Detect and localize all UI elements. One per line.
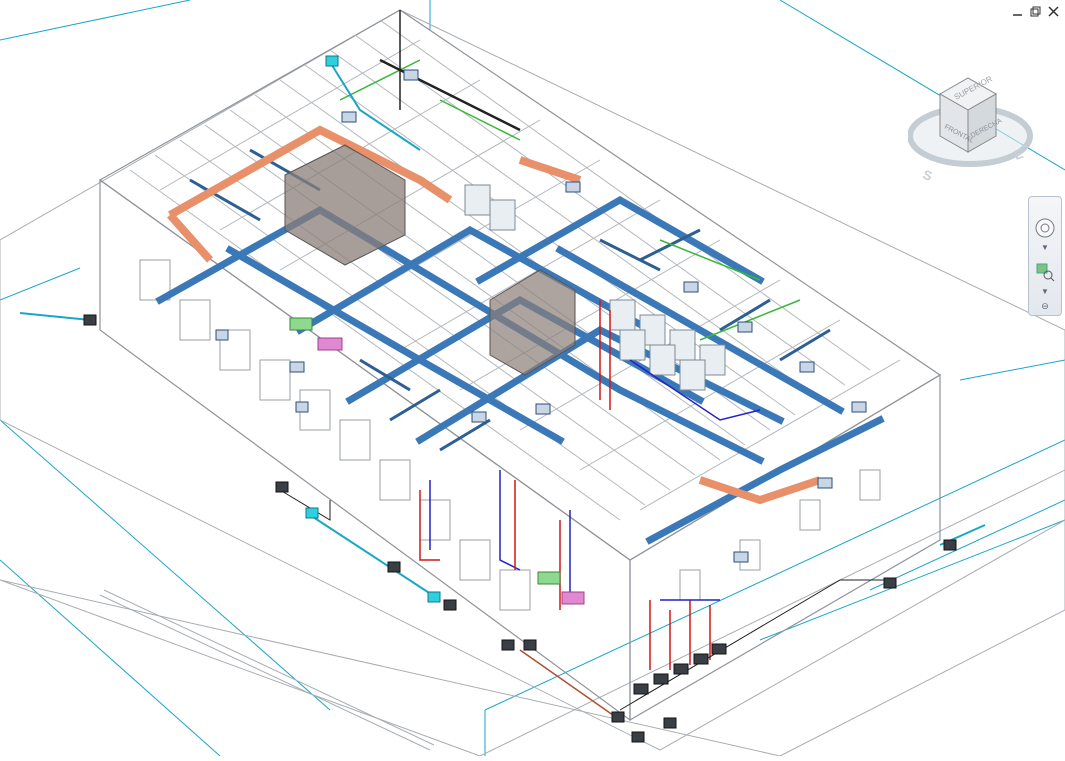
restore-icon[interactable] — [1027, 4, 1043, 18]
model-3d-viewport[interactable]: SUPERIOR FRONTAL DERECHA S E ▼ ▼ ⊖ — [0, 0, 1065, 757]
ground-fan — [427, 591, 441, 603]
ground-fan-2 — [305, 507, 319, 519]
window-controls — [1009, 4, 1061, 18]
minimize-icon[interactable] — [1009, 4, 1025, 18]
close-icon[interactable] — [1045, 4, 1061, 18]
compass-s-label: S — [921, 167, 935, 184]
steering-wheel-icon[interactable] — [1032, 215, 1058, 241]
nav-bar-options-icon[interactable]: ⊖ — [1029, 301, 1061, 312]
zoom-dropdown-icon[interactable]: ▼ — [1029, 287, 1061, 296]
steering-wheel-dropdown-icon[interactable]: ▼ — [1029, 243, 1061, 252]
zoom-region-icon[interactable] — [1032, 259, 1058, 285]
building-mep-model — [0, 0, 1065, 757]
viewcube[interactable]: SUPERIOR FRONTAL DERECHA S E — [907, 70, 1038, 190]
roof-fan — [325, 55, 339, 67]
navigation-bar: ▼ ▼ ⊖ — [1028, 196, 1062, 316]
